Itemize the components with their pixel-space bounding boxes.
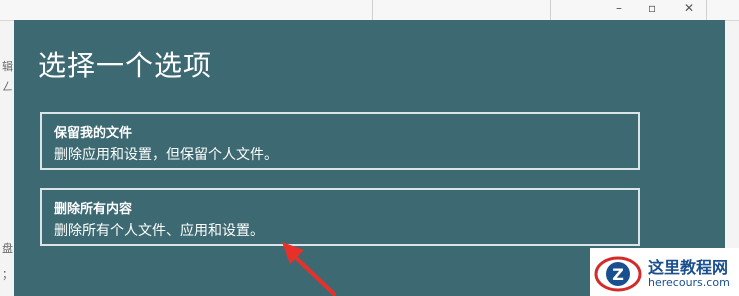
close-icon[interactable]: ✕ <box>684 1 694 15</box>
keep-my-files-option[interactable]: 保留我的文件 删除应用和设置，但保留个人文件。 <box>40 112 640 170</box>
grid-divider <box>372 0 373 20</box>
dialog-title: 选择一个选项 <box>38 49 213 82</box>
grid-divider <box>706 0 707 20</box>
option-description: 删除应用和设置，但保留个人文件。 <box>54 147 278 163</box>
site-watermark: Z 这里教程网 herecours.com <box>590 248 739 296</box>
grid-divider <box>550 0 551 20</box>
logo-letter: Z <box>612 265 624 284</box>
option-title: 保留我的文件 <box>54 126 133 141</box>
minimize-icon[interactable]: – <box>616 1 622 15</box>
background-titlebar: – ▫ ✕ <box>0 0 739 21</box>
watermark-title: 这里教程网 <box>648 258 729 277</box>
watermark-url: herecours.com <box>648 276 730 289</box>
background-text: ； <box>2 268 13 281</box>
maximize-icon[interactable]: ▫ <box>648 1 656 15</box>
background-text: 辑 <box>2 60 13 73</box>
red-arrow-annotation <box>282 242 336 296</box>
background-text: 盘 <box>2 242 13 255</box>
option-description: 删除所有个人文件、应用和设置。 <box>54 223 264 239</box>
site-logo-icon: Z <box>594 256 642 292</box>
option-title: 删除所有内容 <box>54 202 133 217</box>
background-text: ㄥ <box>2 80 13 93</box>
